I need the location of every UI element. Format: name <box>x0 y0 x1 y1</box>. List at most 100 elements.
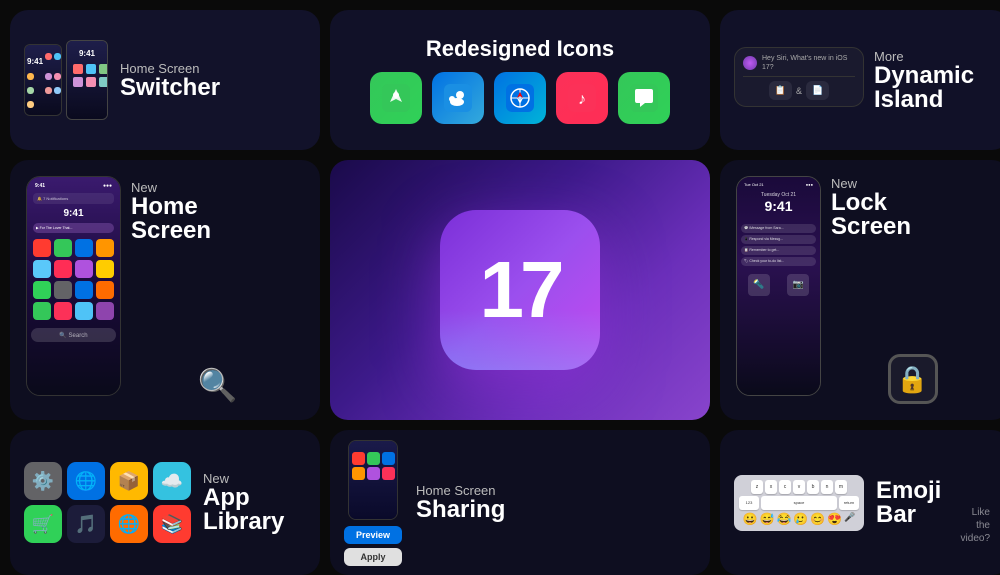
pill-2: 📄 <box>806 81 829 100</box>
emoji-2: 😅 <box>759 512 774 526</box>
icons-row: ♪ <box>370 72 670 124</box>
emoji-text: Emoji Bar <box>876 479 941 527</box>
di-pills: 📋 & 📄 <box>743 81 855 100</box>
emoji-3: 😂 <box>776 512 791 526</box>
al-app-weather: ☁️ <box>153 462 191 500</box>
card-lock: Tue Oct 21 ●●● Tuesday Oct 21 9:41 💬 iMe… <box>720 160 1000 420</box>
ios17-number: 17 <box>480 244 561 336</box>
padlock-emoji: 🔒 <box>896 364 928 395</box>
app-library-grid: ⚙️ 🌐 📦 ☁️ 🛒 🎵 🌐 📚 <box>24 462 191 543</box>
key-m: m <box>835 480 847 494</box>
sharing-preview: Preview Apply <box>344 440 402 566</box>
watermark-line1: Like <box>972 507 990 518</box>
lock-phone: Tue Oct 21 ●●● Tuesday Oct 21 9:41 💬 iMe… <box>736 176 821 396</box>
card-dynamic: Hey Siri, What's new in iOS 17? 📋 & 📄 Mo… <box>720 10 1000 150</box>
safari-icon <box>494 72 546 124</box>
phone-mini-1: 9:41 <box>24 44 62 116</box>
lock-screen-bg: Tue Oct 21 ●●● Tuesday Oct 21 9:41 💬 iMe… <box>737 177 820 395</box>
al-app-settings: ⚙️ <box>24 462 62 500</box>
sharing-buttons: Preview Apply <box>344 526 402 566</box>
dynamic-label-large: Dynamic Island <box>874 64 996 112</box>
main-grid: 9:41 9:41 <box>0 0 1000 553</box>
icons-title: Redesigned Icons <box>426 36 614 62</box>
dynamic-text: More Dynamic Island <box>874 49 996 112</box>
switcher-label-large: Switcher <box>120 76 306 100</box>
lock-date-area: Tuesday Oct 21 9:41 <box>741 188 816 218</box>
emoji-label-large: Emoji Bar <box>876 479 941 527</box>
card-ios17: 17 <box>330 160 710 420</box>
di-siri-top: Hey Siri, What's new in iOS 17? <box>743 54 855 72</box>
emoji-1: 😀 <box>743 512 758 526</box>
dynamic-island-preview: Hey Siri, What's new in iOS 17? 📋 & 📄 <box>734 47 864 113</box>
applibrary-text: New App Library <box>203 471 284 534</box>
key-n: n <box>821 480 833 494</box>
sharing-apply-btn[interactable]: Apply <box>344 548 402 566</box>
home-apps-grid <box>31 237 116 322</box>
watermark-line3: video? <box>961 533 990 544</box>
sharing-phone <box>348 440 398 520</box>
lock-widget-1: 🔦 <box>748 274 770 296</box>
lock-notif-4: 🏷 Check your to-do list... <box>741 257 816 266</box>
switcher-text: Home Screen Switcher <box>120 61 306 100</box>
lock-title-area: New Lock Screen <box>831 176 994 239</box>
weather-icon <box>432 72 484 124</box>
svg-text:♪: ♪ <box>578 91 586 108</box>
siri-text: Hey Siri, What's new in iOS 17? <box>762 54 855 72</box>
al-app-safari: 🌐 <box>67 462 105 500</box>
lock-status-time: Tue Oct 21 <box>744 182 764 187</box>
al-app-music: 🎵 <box>67 505 105 543</box>
card-sharing: Preview Apply Home Screen Sharing <box>330 430 710 575</box>
key-c: c <box>779 480 791 494</box>
music-icon: ♪ <box>556 72 608 124</box>
keyboard-preview: z x c v b n m 123 space return 😀 😅 😂 🥲 😊… <box>734 475 864 531</box>
search-magnifier-icon: 🔍 <box>198 366 238 404</box>
emoji-7: 🎤 <box>844 512 855 526</box>
lock-time-big: 9:41 <box>741 198 816 214</box>
ios17-icon: 17 <box>440 210 600 370</box>
al-app-app-store: 🛒 <box>24 505 62 543</box>
card-home: 9:41 ●●● 🔔 7 Notifications 9:41 ▶ For Th… <box>10 160 320 420</box>
home-time: 9:41 <box>35 183 45 189</box>
sharing-label-large: Sharing <box>416 498 505 522</box>
di-siri-box: Hey Siri, What's new in iOS 17? 📋 & 📄 <box>734 47 864 107</box>
lock-status-signal: ●●● <box>806 182 813 187</box>
home-phone-screen: 9:41 ●●● 🔔 7 Notifications 9:41 ▶ For Th… <box>27 177 120 395</box>
key-z: z <box>751 480 763 494</box>
emoji-5: 😊 <box>810 512 825 526</box>
lock-notif-3: 📋 Remember to get... <box>741 246 816 255</box>
lock-notif-1: 💬 iMessage from Sara... <box>741 224 816 233</box>
maps-icon <box>370 72 422 124</box>
lock-label-large: Lock Screen <box>831 191 994 239</box>
card-icons: Redesigned Icons <box>330 10 710 150</box>
card-emoji: z x c v b n m 123 space return 😀 😅 😂 🥲 😊… <box>720 430 1000 575</box>
keyboard-mid-row: 123 space return <box>739 496 859 510</box>
keyboard-top-row: z x c v b n m <box>739 480 859 494</box>
lock-notifications: 💬 iMessage from Sara... 📱 Respond via Me… <box>741 224 816 266</box>
siri-icon <box>743 56 757 70</box>
applibrary-label-large: App Library <box>203 486 284 534</box>
emoji-row: 😀 😅 😂 🥲 😊 😍 🎤 <box>739 512 859 526</box>
home-big-time: 9:41 <box>31 206 116 221</box>
messages-icon <box>618 72 670 124</box>
watermark-line2: the <box>976 520 990 531</box>
emoji-6: 😍 <box>827 512 842 526</box>
card-switcher: 9:41 9:41 <box>10 10 320 150</box>
home-signal: ●●● <box>103 183 112 189</box>
emoji-4: 🥲 <box>793 512 808 526</box>
lock-padlock-icon: 🔒 <box>888 354 938 404</box>
watermark: Like the video? <box>961 506 990 545</box>
key-space: space <box>761 496 837 510</box>
di-amp: & <box>796 86 802 96</box>
home-title-area: New Home Screen <box>131 176 304 243</box>
home-content: New Home Screen 🔍 <box>131 176 304 404</box>
sharing-phone-screen <box>349 441 397 519</box>
key-x: x <box>765 480 777 494</box>
sharing-preview-btn[interactable]: Preview <box>344 526 402 544</box>
sharing-text: Home Screen Sharing <box>416 483 505 522</box>
phone-screen-1: 9:41 <box>25 45 61 115</box>
al-app-notes: 📦 <box>110 462 148 500</box>
search-icon-card: 🔍 <box>131 366 304 404</box>
key-b: b <box>807 480 819 494</box>
al-app-books: 📚 <box>153 505 191 543</box>
home-notification: 🔔 7 Notifications <box>33 193 114 204</box>
